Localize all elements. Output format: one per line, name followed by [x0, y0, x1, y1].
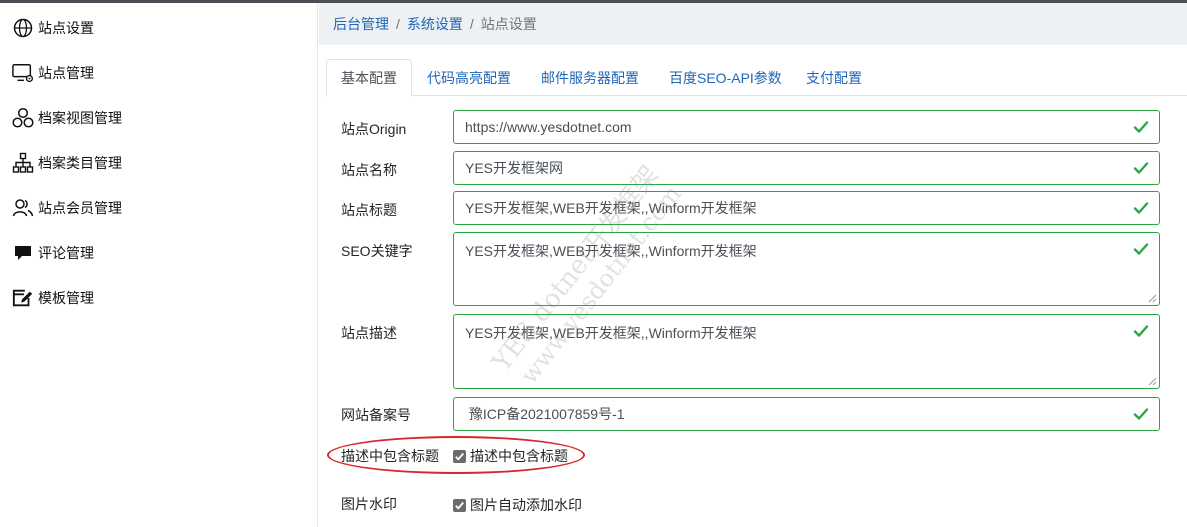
sidebar-item-archive-view[interactable]: 档案视图管理 [12, 103, 122, 133]
sidebar-item-members[interactable]: 站点会员管理 [12, 193, 122, 223]
sidebar-item-label: 站点会员管理 [38, 200, 122, 216]
site-name-input[interactable]: YES开发框架网 [453, 151, 1160, 185]
sidebar-item-label: 评论管理 [38, 245, 94, 261]
sidebar-item-comments[interactable]: 评论管理 [12, 238, 94, 268]
valid-check-icon [1133, 202, 1149, 214]
sidebar-item-label: 站点管理 [38, 65, 94, 81]
breadcrumb-separator: / [469, 16, 474, 32]
tab-baidu-seo-api[interactable]: 百度SEO-API参数 [669, 59, 782, 96]
icp-input[interactable]: 豫ICP备2021007859号-1 [453, 397, 1160, 431]
checkbox-checked-icon[interactable] [453, 449, 466, 463]
comment-icon [12, 242, 34, 264]
users-icon [12, 197, 34, 219]
breadcrumb-system-settings[interactable]: 系统设置 [407, 14, 463, 34]
valid-check-icon [1133, 162, 1149, 174]
breadcrumb-separator: / [396, 16, 400, 32]
site-name-value: YES开发框架网 [465, 160, 564, 176]
tab-payment[interactable]: 支付配置 [806, 59, 862, 96]
icp-label: 网站备案号 [341, 407, 411, 423]
sidebar-item-label: 档案类目管理 [38, 155, 122, 171]
resize-handle-icon[interactable] [1148, 294, 1157, 303]
sitemap-icon [12, 152, 34, 174]
valid-check-icon [1133, 121, 1149, 133]
image-watermark-checkbox-label: 图片自动添加水印 [470, 497, 582, 513]
site-description-value: YES开发框架,WEB开发框架,,Winform开发框架 [465, 325, 757, 341]
origin-input[interactable]: https://www.yesdotnet.com [453, 110, 1160, 144]
breadcrumb-current: 站点设置 [480, 16, 537, 32]
sidebar-item-archive-category[interactable]: 档案类目管理 [12, 148, 122, 178]
seo-keywords-label: SEO关键字 [341, 243, 413, 259]
valid-check-icon [1133, 243, 1149, 255]
site-description-label: 站点描述 [341, 325, 397, 341]
tab-basic[interactable]: 基本配置 [326, 59, 412, 97]
site-name-label: 站点名称 [341, 162, 397, 178]
monitor-gear-icon [12, 62, 34, 84]
checkbox-checked-icon[interactable] [453, 498, 466, 512]
breadcrumb-admin[interactable]: 后台管理 [333, 14, 389, 34]
template-edit-icon [12, 287, 34, 309]
origin-label: 站点Origin [341, 121, 407, 137]
sidebar-item-label: 档案视图管理 [38, 110, 122, 126]
resize-handle-icon[interactable] [1148, 377, 1157, 386]
tab-code-highlight[interactable]: 代码高亮配置 [427, 59, 511, 96]
breadcrumb: 后台管理 / 系统设置 / 站点设置 [319, 3, 1187, 45]
site-title-label: 站点标题 [341, 202, 397, 218]
sidebar-item-site-management[interactable]: 站点管理 [12, 58, 94, 88]
image-watermark-label: 图片水印 [341, 496, 397, 512]
tab-mail-server[interactable]: 邮件服务器配置 [541, 59, 639, 96]
seo-keywords-value: YES开发框架,WEB开发框架,,Winform开发框架 [465, 243, 757, 259]
sidebar: 站点设置 站点管理 档案视图管理 档案类目管理 站点会员管理 评论管理 模板管理 [0, 3, 318, 527]
valid-check-icon [1133, 408, 1149, 420]
site-description-textarea[interactable]: YES开发框架,WEB开发框架,,Winform开发框架 [453, 314, 1160, 389]
image-watermark-checkbox[interactable]: 图片自动添加水印 [453, 495, 582, 515]
desc-include-title-checkbox-label: 描述中包含标题 [470, 448, 568, 464]
settings-tabs: 基本配置 代码高亮配置 邮件服务器配置 百度SEO-API参数 支付配置 [326, 59, 1187, 97]
sidebar-item-label: 模板管理 [38, 290, 94, 306]
desc-include-title-label: 描述中包含标题 [341, 448, 439, 464]
site-title-value: YES开发框架,WEB开发框架,,Winform开发框架 [465, 200, 757, 216]
sidebar-item-label: 站点设置 [38, 20, 94, 36]
desc-include-title-checkbox[interactable]: 描述中包含标题 [453, 446, 568, 466]
sidebar-item-templates[interactable]: 模板管理 [12, 283, 94, 313]
icp-value: 豫ICP备2021007859号-1 [465, 406, 625, 422]
origin-value: https://www.yesdotnet.com [465, 119, 632, 135]
valid-check-icon [1133, 325, 1149, 337]
sidebar-item-site-settings[interactable]: 站点设置 [12, 13, 94, 43]
globe-icon [12, 17, 34, 39]
site-title-input[interactable]: YES开发框架,WEB开发框架,,Winform开发框架 [453, 191, 1160, 225]
circles-icon [12, 107, 34, 129]
seo-keywords-textarea[interactable]: YES开发框架,WEB开发框架,,Winform开发框架 [453, 232, 1160, 306]
